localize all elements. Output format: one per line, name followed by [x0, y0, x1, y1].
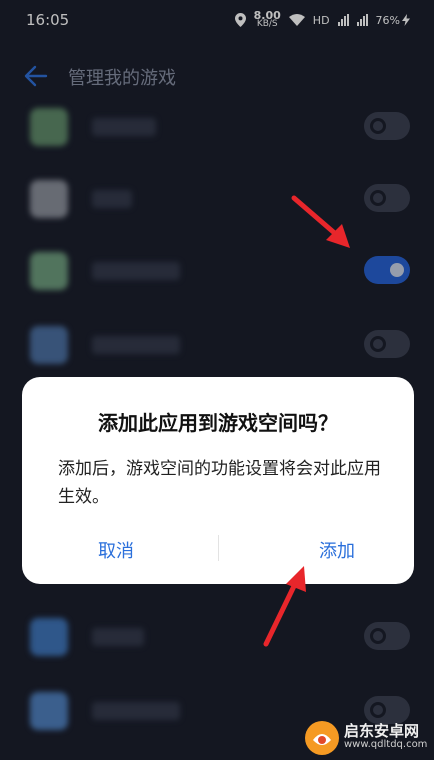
red-arrow-icon: [291, 195, 350, 248]
dialog-title: 添加此应用到游戏空间吗？: [98, 411, 338, 435]
watermark-url: www.qdltdq.com: [344, 739, 428, 750]
watermark-text: 启东安卓网 www.qdltdq.com: [344, 724, 427, 752]
watermark: 启东安卓网 www.qdltdq.com: [304, 718, 430, 758]
red-arrow-icon: [263, 566, 306, 647]
cancel-button[interactable]: 取消: [98, 535, 188, 565]
watermark-logo-icon: [305, 721, 339, 755]
watermark-name: 启东安卓网: [344, 722, 420, 740]
add-game-dialog: 添加此应用到游戏空间吗？ 添加后，游戏空间的功能设置将会对此应用生效。 取消 添…: [22, 377, 414, 584]
dialog-message: 添加后，游戏空间的功能设置将会对此应用生效。: [58, 459, 381, 507]
button-divider: [218, 535, 219, 561]
